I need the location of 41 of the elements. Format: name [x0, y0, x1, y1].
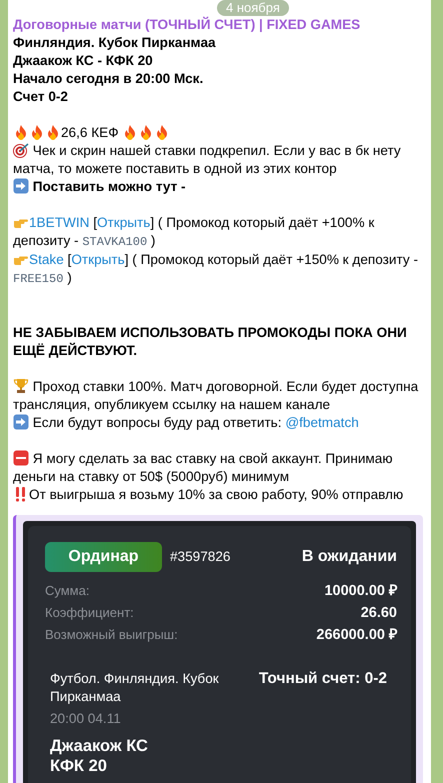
sender-name: Договорные матчи (ТОЧНЫЙ СЧЕТ) | FIXED GAMES [13, 16, 360, 34]
arrow-right-icon [13, 414, 29, 430]
event-name: Футбол. Финляндия. Кубок Пирканмаа [50, 670, 220, 706]
arrow-right-icon [13, 178, 29, 194]
trophy-icon [13, 378, 29, 394]
bet-label: Сумма: [45, 582, 90, 600]
link[interactable]: 1BETWIN [29, 215, 90, 230]
bet-type-tag: Ординар [45, 542, 162, 572]
fire-icon [45, 124, 61, 140]
fire-icon [29, 124, 45, 140]
message-text: От выигрыша я возьму 10% за свою работу, 90% отправлю [13, 486, 423, 504]
message-text: Чек и скрин нашей ставки подкрепил. Если у вас в бк нету матча, то можете поставить в одной из этих контор [13, 142, 402, 178]
message-text: Финляндия. Кубок Пирканмаа [13, 34, 217, 52]
message-text: Я могу сделать за вас ставку на свой аккаунт. Принимаю деньги на ставку от 50$ (5000руб) минимум [13, 450, 394, 486]
event-time: 20:00 04.11 [50, 710, 122, 728]
message-text: НЕ ЗАБЫВАЕМ ИСПОЛЬЗОВАТЬ ПРОМОКОДЫ ПОКА ОНИ ЕЩЁ ДЕЙСТВУЮТ. [13, 324, 408, 360]
bet-value: 266000.00 ₽ [316, 626, 397, 644]
fire-icon [13, 124, 29, 140]
bet-number: #3597826 [170, 548, 230, 566]
link[interactable]: Открыть [71, 252, 125, 267]
link[interactable]: Stake [29, 252, 64, 267]
message-text: Счет 0-2 [13, 88, 69, 106]
message-text: 26,6 КЕФ [13, 124, 423, 142]
target-icon [13, 142, 29, 158]
message-text: Если будут вопросы буду рад ответить: @fbetmatch [13, 414, 423, 432]
message-text: 1BETWIN [Открыть] ( Промокод который даёт +100% к депозиту - STAVKA100 ) [13, 214, 376, 251]
bet-label: Возможный выигрыш: [45, 626, 178, 644]
link[interactable]: Открыть [96, 215, 150, 230]
link[interactable]: @fbetmatch [285, 415, 359, 430]
team-name: Джаакож КС [50, 736, 149, 756]
message-text: Stake [Открыть] ( Промокод который даёт +150% к депозиту - FREE150 ) [13, 251, 419, 288]
bet-value: 10000.00 ₽ [324, 582, 397, 600]
bet-status: В ожидании [302, 548, 397, 566]
message-text: Поставить можно тут - [13, 178, 423, 196]
team-name: КФК 20 [50, 756, 108, 776]
bet-label: Коэффициент: [45, 604, 134, 622]
message-text: Джаакож КС - КФК 20 [13, 52, 154, 70]
bet-value: 26.60 [360, 604, 397, 622]
bet-market: Точный счет: 0-2 [258, 670, 388, 689]
message-text: Проход ставки 100%. Матч договорной. Если будет доступна трансляция, опубликуем ссылку на нашем канале [13, 378, 420, 414]
message-text: Начало сегодня в 20:00 Мск. [13, 70, 204, 88]
